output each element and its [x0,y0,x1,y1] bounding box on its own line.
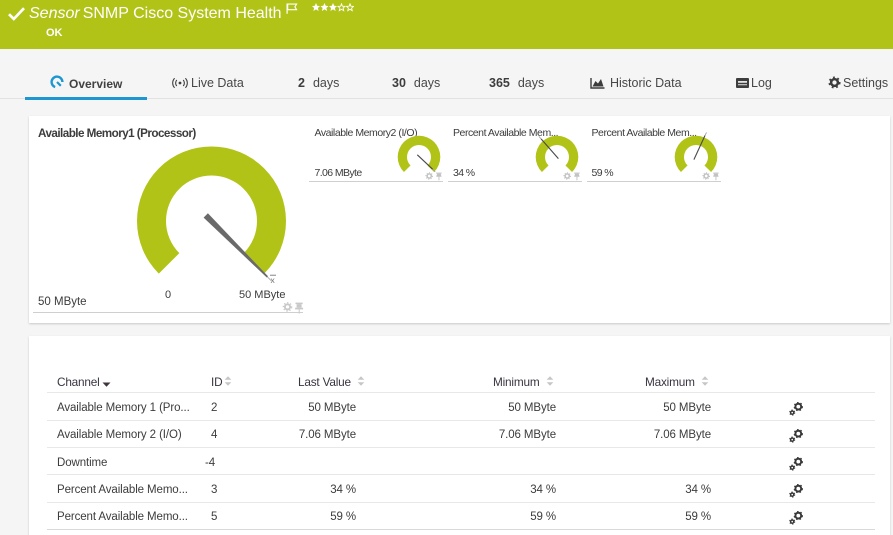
svg-text:x: x [271,275,276,285]
